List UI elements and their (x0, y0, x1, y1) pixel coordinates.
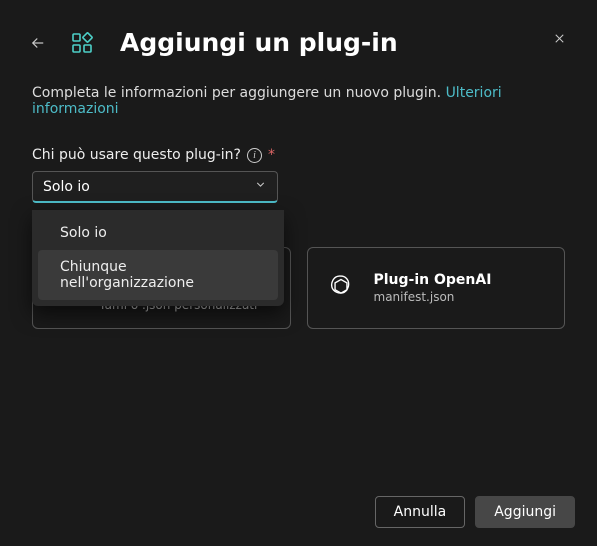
arrow-left-icon (29, 34, 47, 52)
plugin-card-openai[interactable]: Plug-in OpenAI manifest.json (307, 247, 566, 329)
permission-label: Chi può usare questo plug-in? i * (32, 147, 565, 163)
cancel-button[interactable]: Annulla (375, 496, 466, 528)
close-button[interactable] (545, 24, 573, 52)
permission-dropdown: Solo io Chiunque nell'organizzazione (32, 210, 284, 306)
info-icon[interactable]: i (247, 148, 262, 163)
permission-select[interactable]: Solo io (32, 171, 278, 203)
card-title: Plug-in OpenAI (374, 272, 492, 288)
dialog-title: Aggiungi un plug-in (120, 28, 398, 57)
card-subtitle: manifest.json (374, 290, 492, 304)
openai-icon (322, 269, 360, 307)
required-indicator: * (268, 147, 275, 163)
back-button[interactable] (24, 29, 52, 57)
intro-main: Completa le informazioni per aggiungere … (32, 85, 441, 101)
close-icon (552, 31, 567, 46)
app-plugin-icon (70, 31, 94, 55)
dropdown-option-solo-io[interactable]: Solo io (38, 216, 278, 250)
submit-button[interactable]: Aggiungi (475, 496, 575, 528)
permission-label-text: Chi può usare questo plug-in? (32, 147, 241, 163)
permission-selected-value: Solo io (43, 179, 90, 195)
chevron-down-icon (254, 178, 267, 195)
dropdown-option-org[interactable]: Chiunque nell'organizzazione (38, 250, 278, 300)
intro-text: Completa le informazioni per aggiungere … (32, 85, 565, 117)
